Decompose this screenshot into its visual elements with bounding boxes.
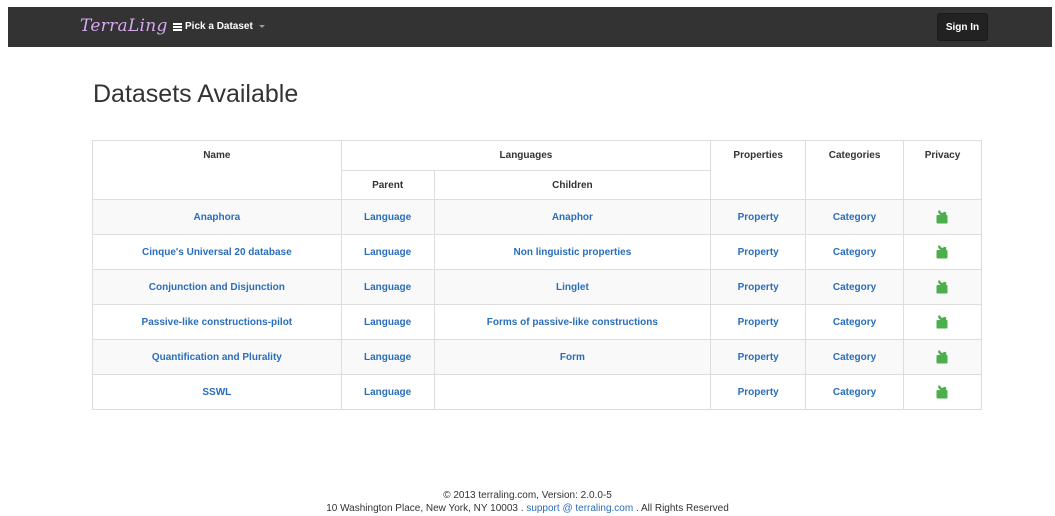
header-languages: Languages xyxy=(340,140,712,171)
datasets-table: Name Languages Properties Categories Pri… xyxy=(92,140,982,410)
cell-categories: Category xyxy=(805,234,905,270)
name-link[interactable]: Cinque's Universal 20 database xyxy=(142,247,292,258)
cell-privacy xyxy=(903,374,982,410)
footer: © 2013 terraling.com, Version: 2.0.0-5 1… xyxy=(0,489,1055,515)
table-row: Anaphora Language Anaphor Property Category xyxy=(92,199,982,235)
cell-privacy xyxy=(903,199,982,235)
cell-children xyxy=(433,374,712,410)
cell-categories: Category xyxy=(805,374,905,410)
pick-dataset-label: Pick a Dataset xyxy=(185,21,253,32)
cell-parent: Language xyxy=(340,199,435,235)
cell-name: Anaphora xyxy=(92,199,342,235)
pick-dataset-dropdown[interactable]: Pick a Dataset xyxy=(173,21,265,32)
header-parent: Parent xyxy=(340,170,435,200)
parent-link[interactable]: Language xyxy=(364,247,411,258)
cell-parent: Language xyxy=(340,234,435,270)
table-row: Cinque's Universal 20 database Language No… xyxy=(92,234,982,270)
categories-link[interactable]: Category xyxy=(833,317,876,328)
children-link[interactable]: Linglet xyxy=(556,282,589,293)
cell-name: Conjunction and Disjunction xyxy=(92,269,342,305)
properties-link[interactable]: Property xyxy=(738,317,779,328)
cell-parent: Language xyxy=(340,269,435,305)
categories-link[interactable]: Category xyxy=(833,282,876,293)
header-name: Name xyxy=(92,140,342,200)
properties-link[interactable]: Property xyxy=(738,387,779,398)
cell-categories: Category xyxy=(805,304,905,340)
name-link[interactable]: Anaphora xyxy=(194,212,241,223)
children-link[interactable]: Forms of passive-like constructions xyxy=(487,317,658,328)
cell-children: Linglet xyxy=(433,269,712,305)
unlock-icon xyxy=(936,243,950,262)
support-email-link[interactable]: support @ terraling.com xyxy=(526,503,633,514)
unlock-icon xyxy=(936,278,950,297)
cell-children: Form xyxy=(433,339,712,375)
properties-link[interactable]: Property xyxy=(738,352,779,363)
footer-address-line: 10 Washington Place, New York, NY 10003 … xyxy=(0,502,1055,515)
categories-link[interactable]: Category xyxy=(833,387,876,398)
parent-link[interactable]: Language xyxy=(364,317,411,328)
children-link[interactable]: Anaphor xyxy=(552,212,593,223)
children-link[interactable]: Form xyxy=(560,352,585,363)
properties-link[interactable]: Property xyxy=(738,282,779,293)
table-row: Passive-like constructions-pilot Language… xyxy=(92,304,982,340)
parent-link[interactable]: Language xyxy=(364,282,411,293)
table-row: Conjunction and Disjunction Language Lingl… xyxy=(92,269,982,305)
table-row: Quantification and Plurality Language Form… xyxy=(92,339,982,375)
cell-name: Cinque's Universal 20 database xyxy=(92,234,342,270)
name-link[interactable]: Passive-like constructions-pilot xyxy=(142,317,293,328)
cell-parent: Language xyxy=(340,374,435,410)
cell-name: Quantification and Plurality xyxy=(92,339,342,375)
properties-link[interactable]: Property xyxy=(738,247,779,258)
properties-link[interactable]: Property xyxy=(738,212,779,223)
unlock-icon xyxy=(936,313,950,332)
footer-copyright: © 2013 terraling.com, Version: 2.0.0-5 xyxy=(443,490,612,501)
bars-icon xyxy=(173,23,182,31)
cell-name: SSWL xyxy=(92,374,342,410)
parent-link[interactable]: Language xyxy=(364,352,411,363)
header-privacy: Privacy xyxy=(903,140,982,200)
cell-categories: Category xyxy=(805,339,905,375)
header-properties: Properties xyxy=(710,140,807,200)
cell-privacy xyxy=(903,269,982,305)
cell-properties: Property xyxy=(710,304,807,340)
name-link[interactable]: SSWL xyxy=(202,387,231,398)
caret-down-icon xyxy=(258,25,265,28)
cell-properties: Property xyxy=(710,374,807,410)
cell-name: Passive-like constructions-pilot xyxy=(92,304,342,340)
unlock-icon xyxy=(936,208,950,227)
categories-link[interactable]: Category xyxy=(833,352,876,363)
footer-address: 10 Washington Place, New York, NY 10003 … xyxy=(326,503,524,514)
categories-link[interactable]: Category xyxy=(833,247,876,258)
parent-link[interactable]: Language xyxy=(364,212,411,223)
name-link[interactable]: Quantification and Plurality xyxy=(152,352,282,363)
header-categories: Categories xyxy=(805,140,905,200)
page-title: Datasets Available xyxy=(93,80,299,108)
unlock-icon xyxy=(936,348,950,367)
cell-categories: Category xyxy=(805,199,905,235)
parent-link[interactable]: Language xyxy=(364,387,411,398)
cell-properties: Property xyxy=(710,269,807,305)
cell-categories: Category xyxy=(805,269,905,305)
cell-children: Non linguistic properties xyxy=(433,234,712,270)
categories-link[interactable]: Category xyxy=(833,212,876,223)
brand-logo[interactable]: TerraLing xyxy=(80,16,168,36)
cell-privacy xyxy=(903,234,982,270)
top-navbar: TerraLing Pick a Dataset Sign In xyxy=(8,7,1052,47)
cell-properties: Property xyxy=(710,339,807,375)
cell-privacy xyxy=(903,304,982,340)
children-link[interactable]: Non linguistic properties xyxy=(513,247,631,258)
table-row: SSWL Language Property Category xyxy=(92,374,982,410)
cell-properties: Property xyxy=(710,199,807,235)
cell-properties: Property xyxy=(710,234,807,270)
cell-parent: Language xyxy=(340,304,435,340)
cell-privacy xyxy=(903,339,982,375)
unlock-icon xyxy=(936,383,950,402)
footer-rights: . All Rights Reserved xyxy=(635,503,729,514)
cell-children: Anaphor xyxy=(433,199,712,235)
name-link[interactable]: Conjunction and Disjunction xyxy=(149,282,285,293)
header-children: Children xyxy=(433,170,712,200)
sign-in-button[interactable]: Sign In xyxy=(937,13,988,41)
cell-parent: Language xyxy=(340,339,435,375)
cell-children: Forms of passive-like constructions xyxy=(433,304,712,340)
